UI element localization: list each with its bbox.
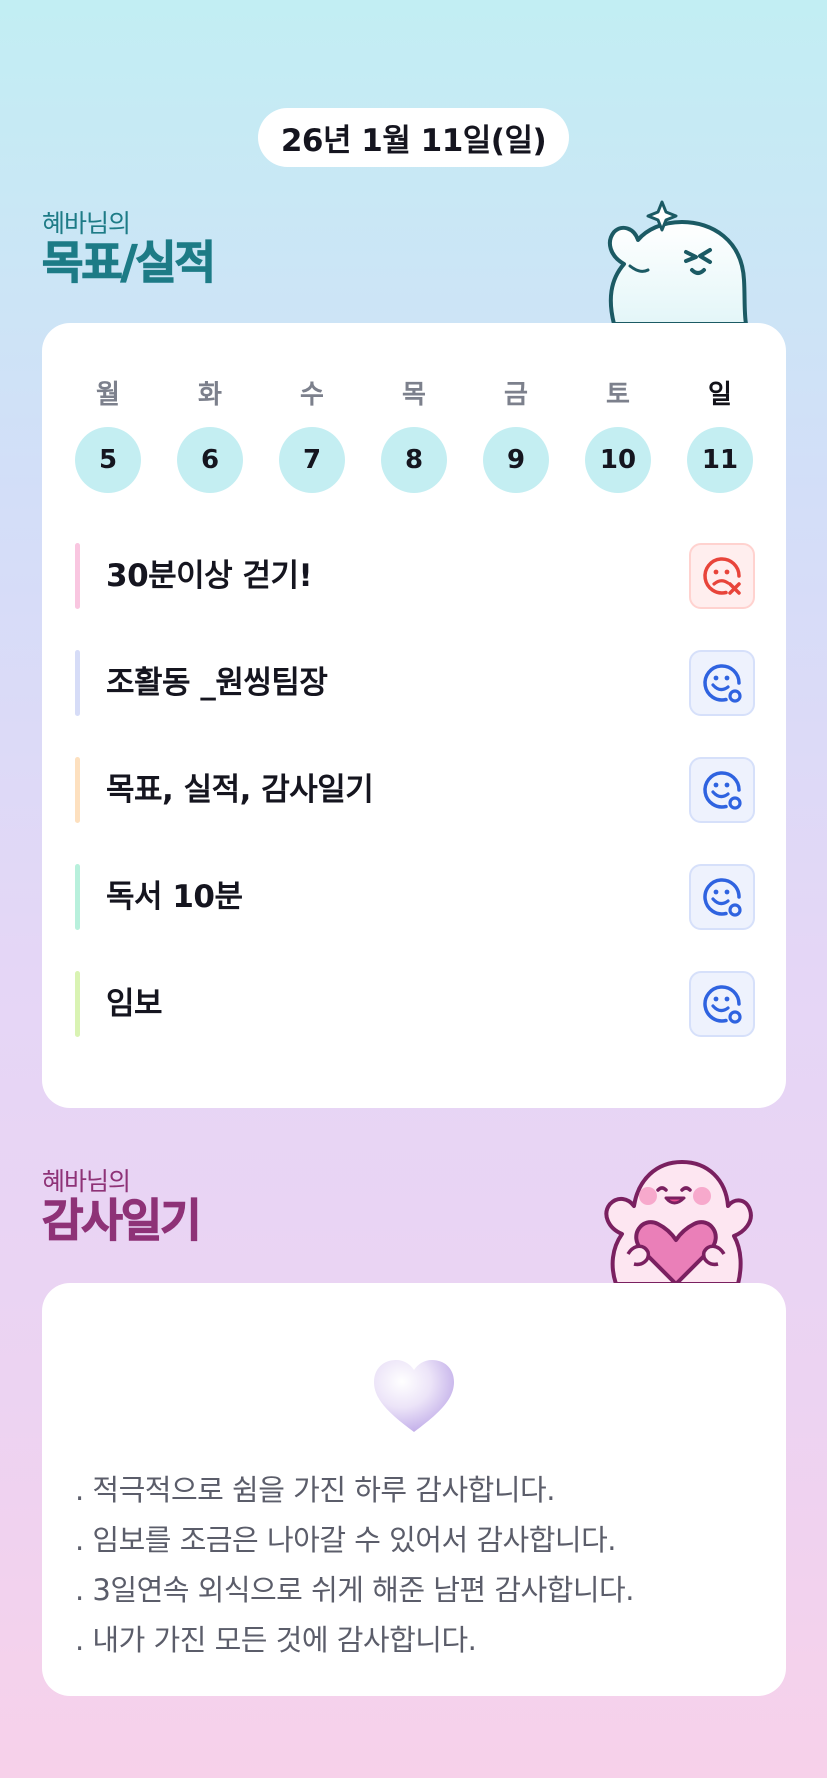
day-sat[interactable]: 토 10 xyxy=(585,378,651,493)
date-circle[interactable]: 9 xyxy=(483,427,549,493)
goals-section-header: 혜바님의 목표/실적 xyxy=(41,209,216,289)
day-mon[interactable]: 월 5 xyxy=(75,378,141,493)
goal-row[interactable]: 독서 10분 xyxy=(75,864,755,930)
weekday-label: 금 xyxy=(504,380,528,410)
goals-owner-label: 혜바님의 xyxy=(42,209,131,238)
day-wed[interactable]: 수 7 xyxy=(279,378,345,493)
smile-face-check-icon xyxy=(703,985,742,1024)
goal-status-done[interactable] xyxy=(689,650,755,716)
goals-title: 목표/실적 xyxy=(41,236,216,289)
gratitude-card: . 적극적으로 쉼을 가진 하루 감사합니다. . 임보를 조금은 나아갈 수 … xyxy=(42,1283,786,1696)
goal-color-bar xyxy=(75,543,80,609)
date-pill[interactable]: 26년 1월 11일(일) xyxy=(258,108,569,167)
date-label: 26년 1월 11일(일) xyxy=(280,123,547,159)
goal-status-failed[interactable] xyxy=(689,543,755,609)
date-circle[interactable]: 5 xyxy=(75,427,141,493)
day-fri[interactable]: 금 9 xyxy=(483,378,549,493)
date-circle[interactable]: 10 xyxy=(585,427,651,493)
goal-row[interactable]: 임보 xyxy=(75,971,755,1037)
day-thu[interactable]: 목 8 xyxy=(381,378,447,493)
sad-face-x-icon xyxy=(703,557,741,595)
goal-status-done[interactable] xyxy=(689,757,755,823)
gratitude-entry: . 적극적으로 쉼을 가진 하루 감사합니다. xyxy=(75,1473,555,1507)
goal-color-bar xyxy=(75,864,80,930)
day-sun[interactable]: 일 11 xyxy=(687,378,753,493)
gratitude-title: 감사일기 xyxy=(41,1194,202,1247)
goal-label: 임보 xyxy=(106,986,163,1022)
smile-face-check-icon xyxy=(703,664,742,703)
gratitude-section-header: 혜바님의 감사일기 xyxy=(41,1167,202,1247)
gratitude-entry: . 임보를 조금은 나아갈 수 있어서 감사합니다. xyxy=(75,1523,617,1557)
goal-color-bar xyxy=(75,650,80,716)
goal-row[interactable]: 목표, 실적, 감사일기 xyxy=(75,757,755,823)
goal-row[interactable]: 30분이상 걷기! xyxy=(75,543,755,609)
goal-row[interactable]: 조활동 _원씽팀장 xyxy=(75,650,755,716)
smile-face-check-icon xyxy=(703,771,742,810)
goal-label: 30분이상 걷기! xyxy=(106,558,313,594)
goal-color-bar xyxy=(75,757,80,823)
goal-label: 독서 10분 xyxy=(106,879,243,915)
weekday-label: 월 xyxy=(96,380,120,410)
goal-color-bar xyxy=(75,971,80,1037)
weekday-label-selected: 일 xyxy=(708,380,732,410)
gratitude-entry: . 내가 가진 모든 것에 감사합니다. xyxy=(75,1623,477,1657)
goal-status-done[interactable] xyxy=(689,864,755,930)
goal-status-done[interactable] xyxy=(689,971,755,1037)
day-tue[interactable]: 화 6 xyxy=(177,378,243,493)
weekday-label: 수 xyxy=(300,380,324,410)
date-circle[interactable]: 6 xyxy=(177,427,243,493)
date-circle[interactable]: 8 xyxy=(381,427,447,493)
weekday-label: 목 xyxy=(402,380,426,410)
goal-label: 조활동 _원씽팀장 xyxy=(106,665,328,701)
smile-face-check-icon xyxy=(703,878,742,917)
goals-card: 월 5 화 6 수 7 목 8 금 9 토 10 일 11 30분이상 걷기! … xyxy=(42,323,786,1108)
weekday-label: 화 xyxy=(198,380,222,410)
date-circle[interactable]: 7 xyxy=(279,427,345,493)
weekday-label: 토 xyxy=(606,380,630,410)
gratitude-entry: . 3일연속 외식으로 쉬게 해준 남편 감사합니다. xyxy=(75,1573,634,1607)
pink-mascot-icon xyxy=(604,1160,753,1284)
date-circle-selected[interactable]: 11 xyxy=(687,427,753,493)
gratitude-list: . 적극적으로 쉼을 가진 하루 감사합니다. . 임보를 조금은 나아갈 수 … xyxy=(75,1465,765,1665)
gratitude-owner-label: 혜바님의 xyxy=(42,1167,131,1196)
mint-mascot-icon xyxy=(607,200,748,324)
goal-label: 목표, 실적, 감사일기 xyxy=(106,772,374,808)
heart-icon xyxy=(374,1360,454,1432)
